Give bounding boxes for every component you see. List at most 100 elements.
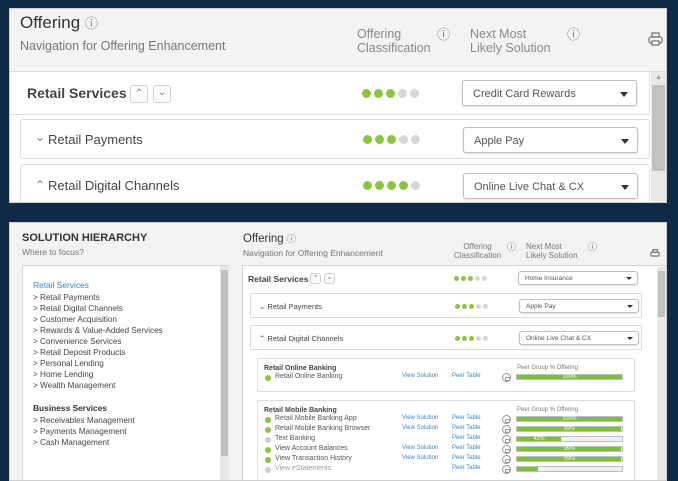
peer-group-icon [502,415,511,424]
peer-table-link[interactable]: Peer Table [452,415,481,421]
info-icon[interactable]: ⓘ [85,16,98,31]
offering-row-label: ⌄ Retail Payments [259,302,322,311]
select-value: Home Insurance [525,275,573,282]
solution-label: View eStatements [275,465,332,472]
page-subtitle: Navigation for Offering Enhancement [20,39,226,53]
solution-label: Retail Mobile Banking App [275,415,357,422]
column-header-next-solution: Next Most Likely Solution [470,27,551,55]
status-dot [265,447,271,453]
scrollbar[interactable]: ▲ [651,72,666,202]
hierarchy-nav: Retail Services > Retail Payments > Reta… [22,265,229,480]
offering-row: ⌃ Retail Digital Channels Online Live Ch… [250,325,642,350]
next-solution-select[interactable]: Online Live Chat & CX [519,331,639,345]
nav-item[interactable]: > Convenience Services [33,337,122,346]
peer-group-icon [502,455,511,464]
offering-list: Retail Services ⌃ ⌄ Home Insurance ⌄ Ret… [242,265,666,480]
nav-item[interactable]: > Home Lending [33,370,93,379]
peer-table-link[interactable]: Peer Table [452,373,481,379]
info-icon[interactable]: ⓘ [567,24,580,43]
status-dot [265,375,271,381]
info-icon[interactable]: ⓘ [507,240,516,253]
nav-item[interactable]: > Wealth Management [33,381,115,390]
select-value: Online Live Chat & CX [526,335,592,342]
view-solution-link[interactable]: View Solution [402,445,438,451]
nav-group-retail-services[interactable]: Retail Services [33,280,89,290]
expand-up-button[interactable]: ⌃ [310,273,321,284]
peer-group-icon [502,435,511,444]
view-solution-link[interactable]: View Solution [402,425,438,431]
offering-row-label: Retail Services [27,85,127,101]
column-header-next-solution: Next Most Likely Solution [526,242,578,260]
nav-item[interactable]: > Rewards & Value-Added Services [33,326,163,335]
peer-group-icon [502,465,511,474]
select-value: Apple Pay [526,303,556,310]
select-value: Online Live Chat & CX [474,181,585,193]
info-icon[interactable]: ⓘ [588,240,597,253]
card-title: Retail Mobile Banking [264,407,337,414]
peer-group-bar: 99% [516,456,623,462]
peer-group-bar: 100% [516,374,623,380]
view-solution-link[interactable]: View Solution [402,455,438,461]
column-header-classification: Offering Classification [357,27,431,55]
peer-group-bar [516,466,623,472]
nav-group-business-services[interactable]: Business Services [33,403,107,413]
next-solution-select[interactable]: Apple Pay [519,299,639,313]
next-solution-select[interactable]: Home Insurance [518,271,638,285]
nav-item[interactable]: > Receivables Management [33,416,135,425]
printer-icon[interactable] [648,32,663,46]
peer-table-link[interactable]: Peer Table [452,445,481,451]
solution-label: Retail Online Banking [275,373,343,380]
next-solution-select[interactable]: Apple Pay [463,127,638,153]
select-value: Apple Pay [474,135,525,147]
peer-table-link[interactable]: Peer Table [452,435,481,441]
offering-row: Retail Services ⌃ ⌄ Credit Card Rewards [10,71,650,115]
peer-group-bar: 100% [516,416,623,422]
offering-row: ⌄ Retail Payments Apple Pay [20,119,650,159]
hierarchy-title: SOLUTION HIERARCHY [22,232,148,244]
status-dot [265,417,271,423]
solution-label: View Transaction History [275,455,352,462]
info-icon[interactable]: ⓘ [437,24,450,43]
solution-label: Retail Mobile Banking Browser [275,425,371,432]
solution-card-mobile-banking: Retail Mobile Banking Peer Group % Offer… [257,400,635,480]
nav-item[interactable]: > Payments Management [33,427,127,436]
classification-dots [362,89,419,98]
next-solution-select[interactable]: Online Live Chat & CX [463,173,638,199]
offering-scrollbar[interactable] [657,267,666,480]
select-value: Credit Card Rewards [473,88,576,100]
collapse-down-button[interactable]: ⌄ [324,273,335,284]
nav-item[interactable]: > Customer Acquisition [33,315,117,324]
classification-dots [363,181,420,190]
view-solution-link[interactable]: View Solution [402,373,438,379]
peer-table-link[interactable]: Peer Table [452,465,481,471]
printer-icon[interactable] [650,249,660,258]
peer-header: Peer Group % Offering [517,407,578,413]
peer-table-link[interactable]: Peer Table [452,425,481,431]
next-solution-select[interactable]: Credit Card Rewards [462,80,637,106]
peer-table-link[interactable]: Peer Table [452,455,481,461]
nav-item[interactable]: > Retail Digital Channels [33,304,123,313]
chevron-down-icon[interactable]: ⌄ [35,130,45,144]
solution-hierarchy-panel: SOLUTION HIERARCHY Where to focus? Retai… [9,222,667,481]
nav-item[interactable]: > Retail Payments [33,293,100,302]
chevron-up-icon[interactable]: ⌃ [35,178,45,192]
peer-group-bar: 99% [516,446,623,452]
page-title: Offering ⓘ [20,13,98,32]
solution-label: View Account Balances [275,445,348,452]
column-header-classification: Offering Classification [454,242,502,260]
solution-label: Text Banking [275,435,316,442]
offering-row-label: Retail Payments [48,132,143,147]
peer-header: Peer Group % Offering [517,365,578,371]
info-icon[interactable]: ⓘ [287,234,296,244]
peer-group-icon [502,445,511,454]
nav-item[interactable]: > Retail Deposit Products [33,348,126,357]
offering-subtitle: Navigation for Offering Enhancement [243,248,383,258]
status-dot [265,467,271,473]
nav-scrollbar[interactable] [220,266,229,480]
nav-item[interactable]: > Personal Lending [33,359,104,368]
nav-item[interactable]: > Cash Management [33,438,109,447]
solution-card-online-banking: Retail Online Banking Peer Group % Offer… [257,358,635,392]
expand-up-button[interactable]: ⌃ [130,85,148,103]
view-solution-link[interactable]: View Solution [402,415,438,421]
collapse-down-button[interactable]: ⌄ [153,85,171,103]
